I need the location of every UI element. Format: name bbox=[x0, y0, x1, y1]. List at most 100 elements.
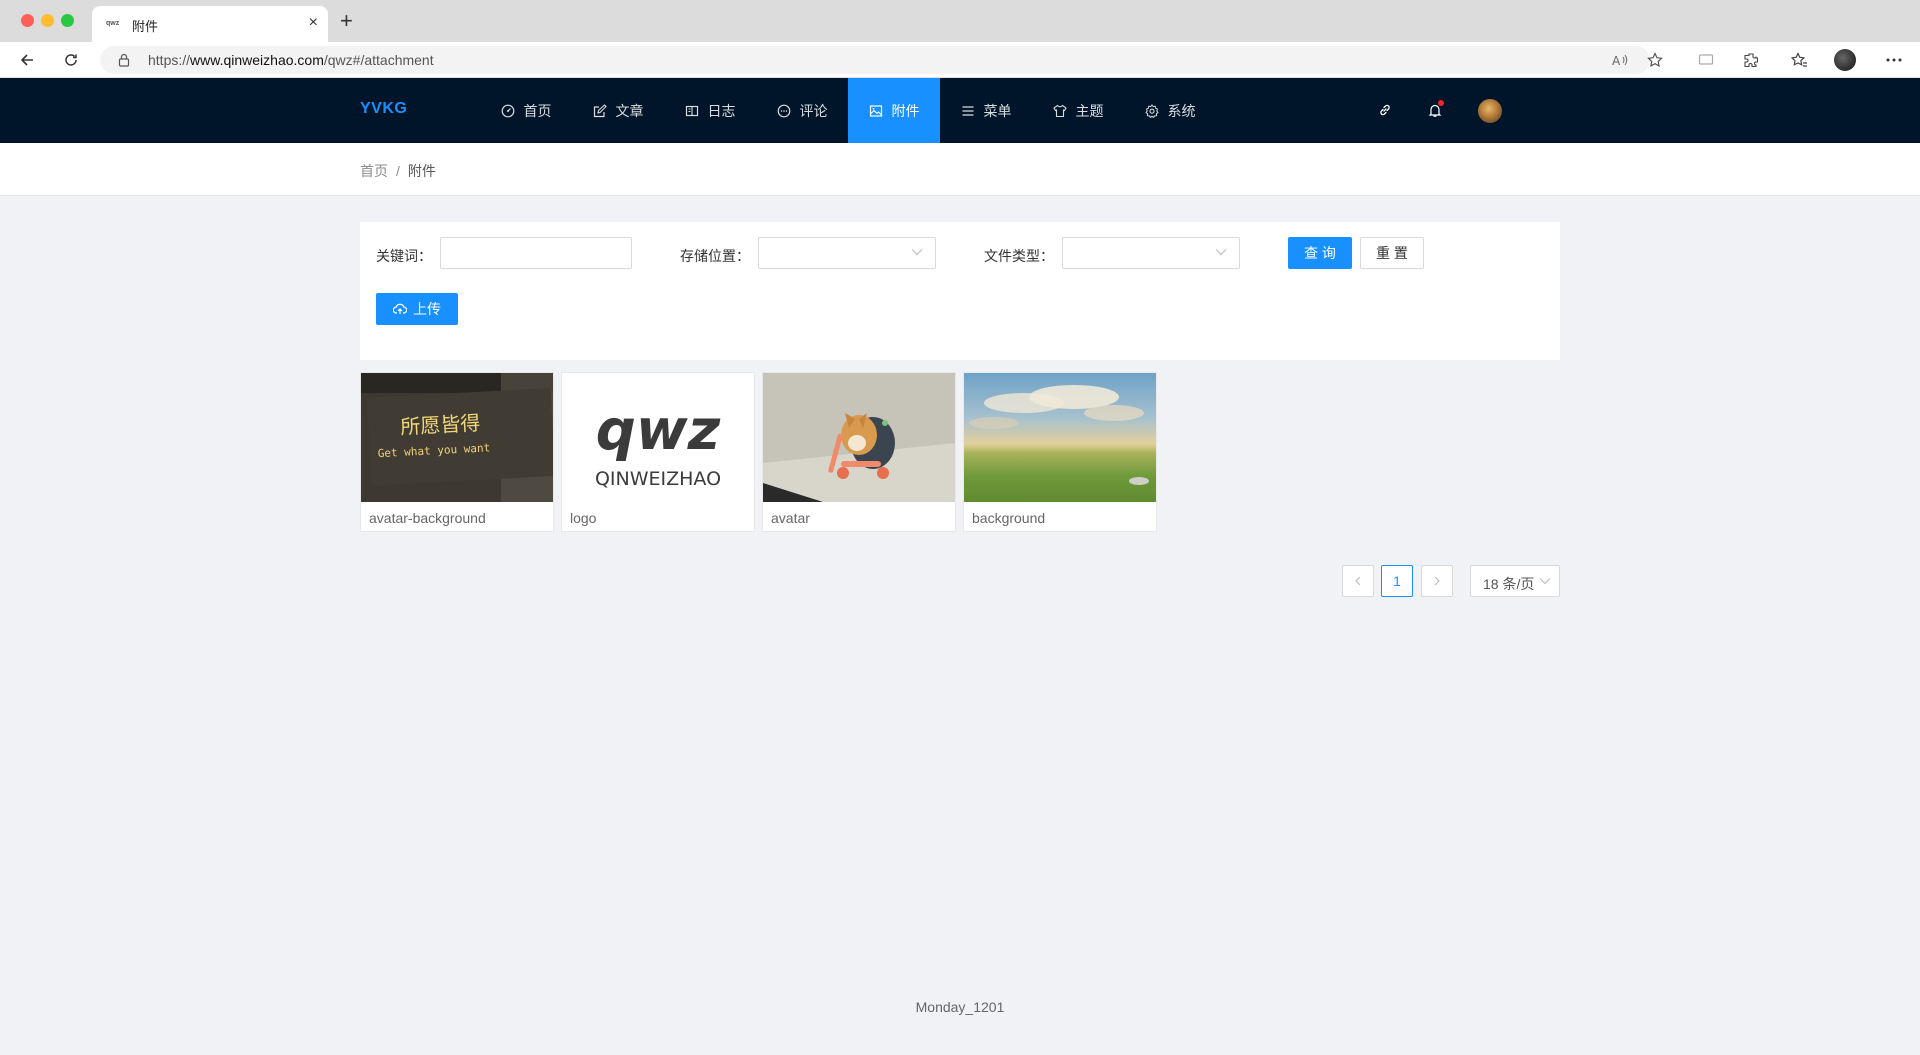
attachment-thumbnail[interactable]: qwz QINWEIZHAO bbox=[562, 373, 754, 502]
browser-tab[interactable]: qwz 附件 × bbox=[92, 6, 328, 42]
menu-label: 文章 bbox=[615, 102, 644, 119]
menu-item-journal[interactable]: 日志 bbox=[664, 78, 756, 143]
menu-label: 评论 bbox=[799, 102, 828, 119]
chevron-right-icon bbox=[1434, 576, 1440, 586]
menu-item-attachments[interactable]: 附件 bbox=[848, 78, 940, 143]
reset-button-label: 重 置 bbox=[1376, 245, 1408, 261]
svg-text:A: A bbox=[1612, 54, 1621, 67]
bars-icon bbox=[961, 104, 975, 118]
menu-label: 菜单 bbox=[983, 102, 1012, 119]
query-button[interactable]: 查 询 bbox=[1288, 237, 1352, 269]
browser-tab-bar: qwz 附件 × + bbox=[0, 0, 1920, 42]
new-tab-icon[interactable]: + bbox=[340, 9, 353, 33]
sign-image: 所愿皆得 Get what you want bbox=[361, 373, 553, 502]
skin-icon bbox=[1052, 104, 1067, 118]
upload-button-label: 上传 bbox=[413, 301, 441, 317]
lock-icon[interactable] bbox=[118, 53, 130, 72]
edit-icon bbox=[593, 103, 607, 118]
keyword-input[interactable] bbox=[440, 237, 632, 269]
keyword-label: 关键词： bbox=[376, 248, 432, 264]
setting-icon bbox=[1144, 103, 1159, 118]
notification-badge bbox=[1438, 100, 1444, 106]
menu-label: 日志 bbox=[707, 102, 736, 119]
landscape-photo bbox=[969, 385, 1149, 485]
breadcrumb-home[interactable]: 首页 bbox=[360, 163, 388, 179]
attachment-card[interactable]: 所愿皆得 Get what you want avatar-background bbox=[360, 372, 554, 532]
tab-close-icon[interactable]: × bbox=[309, 14, 318, 32]
dashboard-icon bbox=[501, 104, 515, 118]
attachment-name: logo bbox=[570, 510, 597, 526]
page-size-value: 18 条/页 bbox=[1483, 576, 1535, 592]
upload-button[interactable]: 上传 bbox=[376, 293, 458, 325]
filetype-label: 文件类型： bbox=[984, 248, 1054, 264]
attachment-card[interactable]: qwz QINWEIZHAO logo bbox=[561, 372, 755, 532]
browser-profile-avatar[interactable] bbox=[1834, 49, 1856, 71]
storage-label: 存储位置： bbox=[680, 248, 750, 264]
tab-title: 附件 bbox=[132, 19, 159, 34]
reload-icon[interactable] bbox=[59, 48, 83, 72]
menu-label: 附件 bbox=[891, 102, 920, 119]
url-text[interactable]: https://www.qinweizhao.com/qwz#/attachme… bbox=[148, 52, 434, 68]
menu-label: 系统 bbox=[1167, 102, 1196, 119]
attachment-thumbnail[interactable] bbox=[964, 373, 1156, 502]
reset-button[interactable]: 重 置 bbox=[1360, 237, 1424, 269]
book-icon bbox=[685, 104, 699, 118]
link-icon[interactable] bbox=[1375, 100, 1395, 120]
favorites-icon[interactable] bbox=[1789, 50, 1809, 70]
window-zoom-button[interactable] bbox=[61, 14, 74, 27]
back-icon[interactable] bbox=[15, 48, 39, 72]
logo-mark-text: qwz bbox=[596, 398, 721, 463]
chevron-down-icon bbox=[1539, 578, 1551, 585]
sign-chinese-text: 所愿皆得 bbox=[400, 411, 481, 439]
address-toolbar: https://www.qinweizhao.com/qwz#/attachme… bbox=[0, 42, 1920, 78]
attachment-name: avatar-background bbox=[369, 510, 486, 526]
breadcrumb: 首页 / 附件 bbox=[360, 161, 436, 181]
menu-item-menus[interactable]: 菜单 bbox=[940, 78, 1032, 143]
brand-logo[interactable]: YVKG bbox=[360, 100, 407, 118]
breadcrumb-separator: / bbox=[396, 163, 400, 179]
filetype-select[interactable] bbox=[1062, 237, 1240, 269]
chevron-left-icon bbox=[1355, 576, 1361, 586]
attachment-thumbnail[interactable] bbox=[763, 373, 955, 502]
chevron-down-icon bbox=[911, 249, 923, 256]
menu-item-themes[interactable]: 主题 bbox=[1032, 78, 1124, 143]
logo-image: qwz QINWEIZHAO bbox=[595, 398, 721, 490]
window-close-button[interactable] bbox=[21, 14, 34, 27]
message-icon bbox=[777, 104, 791, 118]
breadcrumb-current: 附件 bbox=[407, 163, 436, 179]
attachment-name: background bbox=[972, 510, 1046, 526]
menu-label: 主题 bbox=[1075, 102, 1104, 119]
user-avatar[interactable] bbox=[1478, 99, 1502, 123]
next-page-button[interactable] bbox=[1421, 565, 1453, 597]
logo-word-text: QINWEIZHAO bbox=[595, 468, 721, 490]
menu-item-home[interactable]: 首页 bbox=[480, 78, 572, 143]
cloud-upload-icon bbox=[393, 303, 407, 315]
attachment-name: avatar bbox=[771, 510, 810, 526]
picture-icon bbox=[869, 104, 883, 118]
storage-select[interactable] bbox=[758, 237, 936, 269]
add-favorite-icon[interactable] bbox=[1645, 50, 1665, 70]
window-minimize-button[interactable] bbox=[41, 14, 54, 27]
top-menu: 首页 文章 日志 评论 附件 菜单 主题 系统 bbox=[480, 78, 1216, 143]
prev-page-button[interactable] bbox=[1342, 565, 1374, 597]
bell-icon[interactable] bbox=[1425, 100, 1445, 120]
screen-cast-icon[interactable] bbox=[1696, 50, 1716, 70]
attachment-thumbnail[interactable]: 所愿皆得 Get what you want bbox=[361, 373, 553, 502]
attachment-card[interactable]: avatar bbox=[762, 372, 956, 532]
corgi-photo bbox=[763, 373, 955, 502]
page-size-select[interactable]: 18 条/页 bbox=[1470, 565, 1560, 597]
page-1-button[interactable]: 1 bbox=[1381, 565, 1413, 597]
attachment-card[interactable]: background bbox=[963, 372, 1157, 532]
extensions-icon[interactable] bbox=[1741, 50, 1761, 70]
menu-label: 首页 bbox=[523, 102, 552, 119]
url-bar[interactable]: https://www.qinweizhao.com/qwz#/attachme… bbox=[100, 46, 1650, 74]
favicon-icon: qwz bbox=[106, 20, 120, 27]
menu-item-system[interactable]: 系统 bbox=[1124, 78, 1216, 143]
menu-item-comments[interactable]: 评论 bbox=[756, 78, 848, 143]
read-aloud-icon[interactable]: A bbox=[1610, 50, 1630, 70]
footer-text: Monday_1201 bbox=[915, 999, 1005, 1015]
more-options-icon[interactable] bbox=[1884, 50, 1904, 70]
chevron-down-icon bbox=[1215, 249, 1227, 256]
menu-item-articles[interactable]: 文章 bbox=[572, 78, 664, 143]
app-header: YVKG 首页 文章 日志 评论 附件 菜单 主题 系统 bbox=[0, 78, 1920, 143]
